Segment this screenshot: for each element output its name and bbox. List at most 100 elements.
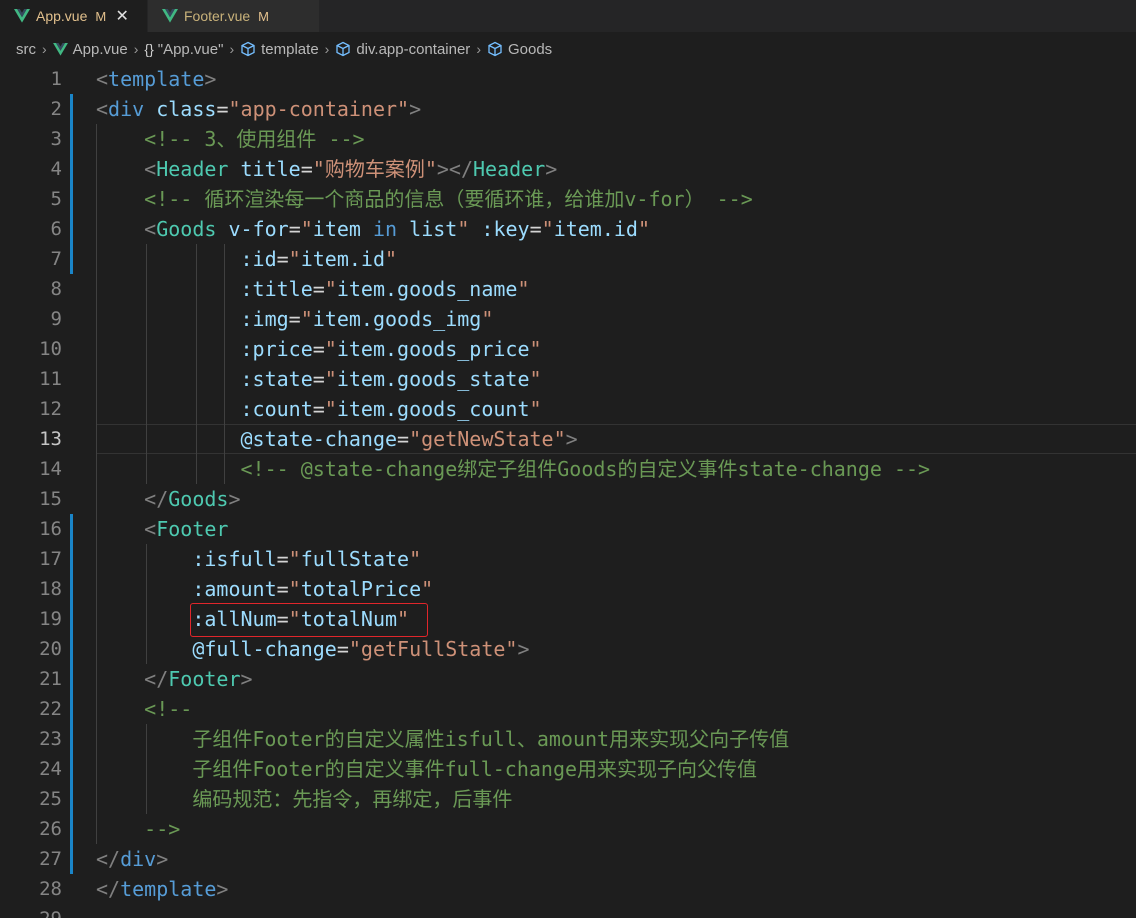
code-line[interactable]: 15 </Goods> [0,484,1136,514]
code-line[interactable]: 11 :state="item.goods_state" [0,364,1136,394]
code-line[interactable]: 27 </div> [0,844,1136,874]
line-code: <Header title="购物车案例"></Header> [96,154,557,184]
line-code: :id="item.id" [96,244,398,274]
indent-guide [96,124,97,844]
code-token: :state [240,367,313,391]
code-token: item.goods_name [336,277,518,301]
code-token: "getFullState" [348,637,518,661]
code-line[interactable]: 24 子组件Footer的自定义事件full-change用来实现子向父传值 [0,754,1136,784]
line-number: 26 [39,818,62,840]
code-line[interactable]: 12 :count="item.goods_count" [0,394,1136,424]
code-line[interactable]: 23 子组件Footer的自定义属性isfull、amount用来实现父向子传值 [0,724,1136,754]
line-number: 6 [50,218,62,240]
code-token: @state-change [240,427,398,451]
code-line[interactable]: 9 :img="item.goods_img" [0,304,1136,334]
code-line[interactable]: 2 <div class="app-container"> [0,94,1136,124]
code-line[interactable]: 19 :allNum="totalNum" [0,604,1136,634]
code-token: Goods [156,217,217,241]
code-token: = [312,277,325,301]
tab-footer-vue[interactable]: Footer.vue M [148,0,320,32]
breadcrumb-item-container[interactable]: div.app-container [335,41,470,58]
code-token: 编码规范：先指令，再绑定，后事件 [192,787,513,811]
code-line[interactable]: 6 <Goods v-for="item in list" :key="item… [0,214,1136,244]
gutter-change-bar [70,94,73,274]
code-line[interactable]: 28 </template> [0,874,1136,904]
code-line[interactable]: 1 <template> [0,64,1136,94]
breadcrumb-item-template[interactable]: template [240,41,319,58]
gutter-change-bar [70,514,73,874]
code-token: :count [240,397,313,421]
breadcrumb-item-src[interactable]: src [16,41,36,58]
code-line[interactable]: 20 @full-change="getFullState"> [0,634,1136,664]
close-icon[interactable]: ✕ [114,6,130,26]
code-line[interactable]: 14 <!-- @state-change绑定子组件Goods的自定义事件sta… [0,454,1136,484]
code-token: item [312,217,361,241]
breadcrumb-label: "App.vue" [157,40,224,58]
code-line[interactable]: 17 :isfull="fullState" [0,544,1136,574]
line-code: </template> [96,874,228,904]
line-number: 12 [39,398,62,420]
code-line[interactable]: 7 :id="item.id" [0,244,1136,274]
tab-label: App.vue [36,8,88,24]
code-token: fullState [300,547,410,571]
code-editor[interactable]: 1 <template> 2 <div class="app-container"> 3… [0,64,1136,918]
code-token: < [96,97,109,121]
code-token: " [385,247,398,271]
code-token: " [457,217,470,241]
line-code: <!-- 循环渲染每一个商品的信息（要循环谁，给谁加v-for） --> [96,184,753,214]
breadcrumb-item-script[interactable]: {} "App.vue" [144,41,223,58]
code-line[interactable]: 8 :title="item.goods_name" [0,274,1136,304]
code-token: <!-- 3、使用组件 --> [144,127,365,151]
line-code: <Footer [96,514,228,544]
modified-indicator: M [258,8,269,24]
line-number: 2 [50,98,62,120]
line-number: 27 [39,848,62,870]
code-token: totalPrice [300,577,422,601]
code-line[interactable]: 26 --> [0,814,1136,844]
cube-icon [488,41,502,57]
code-line[interactable]: 10 :price="item.goods_price" [0,334,1136,364]
code-token: " [481,307,494,331]
breadcrumb-item-goods[interactable]: Goods [487,41,552,58]
code-line[interactable]: 3 <!-- 3、使用组件 --> [0,124,1136,154]
code-token: = [312,367,325,391]
breadcrumb-item-file[interactable]: App.vue [52,41,128,58]
breadcrumb-label: Goods [507,40,553,58]
code-line[interactable]: 21 </Footer> [0,664,1136,694]
code-line[interactable]: 16 <Footer [0,514,1136,544]
code-token: = [312,397,325,421]
code-line[interactable]: 18 :amount="totalPrice" [0,574,1136,604]
code-token: "购物车案例" [312,157,437,181]
indent-guide [196,244,197,484]
line-code: :img="item.goods_img" [96,304,494,334]
code-line[interactable]: 29 [0,904,1136,918]
code-token: = [216,97,229,121]
line-number: 14 [39,458,62,480]
line-code: <!-- @state-change绑定子组件Goods的自定义事件state-… [96,454,931,484]
code-token: = [312,337,325,361]
code-line[interactable]: 25 编码规范：先指令，再绑定，后事件 [0,784,1136,814]
code-line[interactable]: 4 <Header title="购物车案例"></Header> [0,154,1136,184]
code-token: < [96,67,109,91]
line-number: 16 [39,518,62,540]
line-number: 24 [39,758,62,780]
code-lines: 1 <template> 2 <div class="app-container"> 3… [0,64,1136,918]
code-line[interactable]: 22 <!-- [0,694,1136,724]
tab-app-vue[interactable]: App.vue M ✕ [0,0,148,32]
code-token: :id [240,247,277,271]
code-line[interactable]: 13 @state-change="getNewState"> [0,424,1136,454]
code-line[interactable]: 5 <!-- 循环渲染每一个商品的信息（要循环谁，给谁加v-for） --> [0,184,1136,214]
code-token: </ [96,877,121,901]
code-token: < [144,517,157,541]
